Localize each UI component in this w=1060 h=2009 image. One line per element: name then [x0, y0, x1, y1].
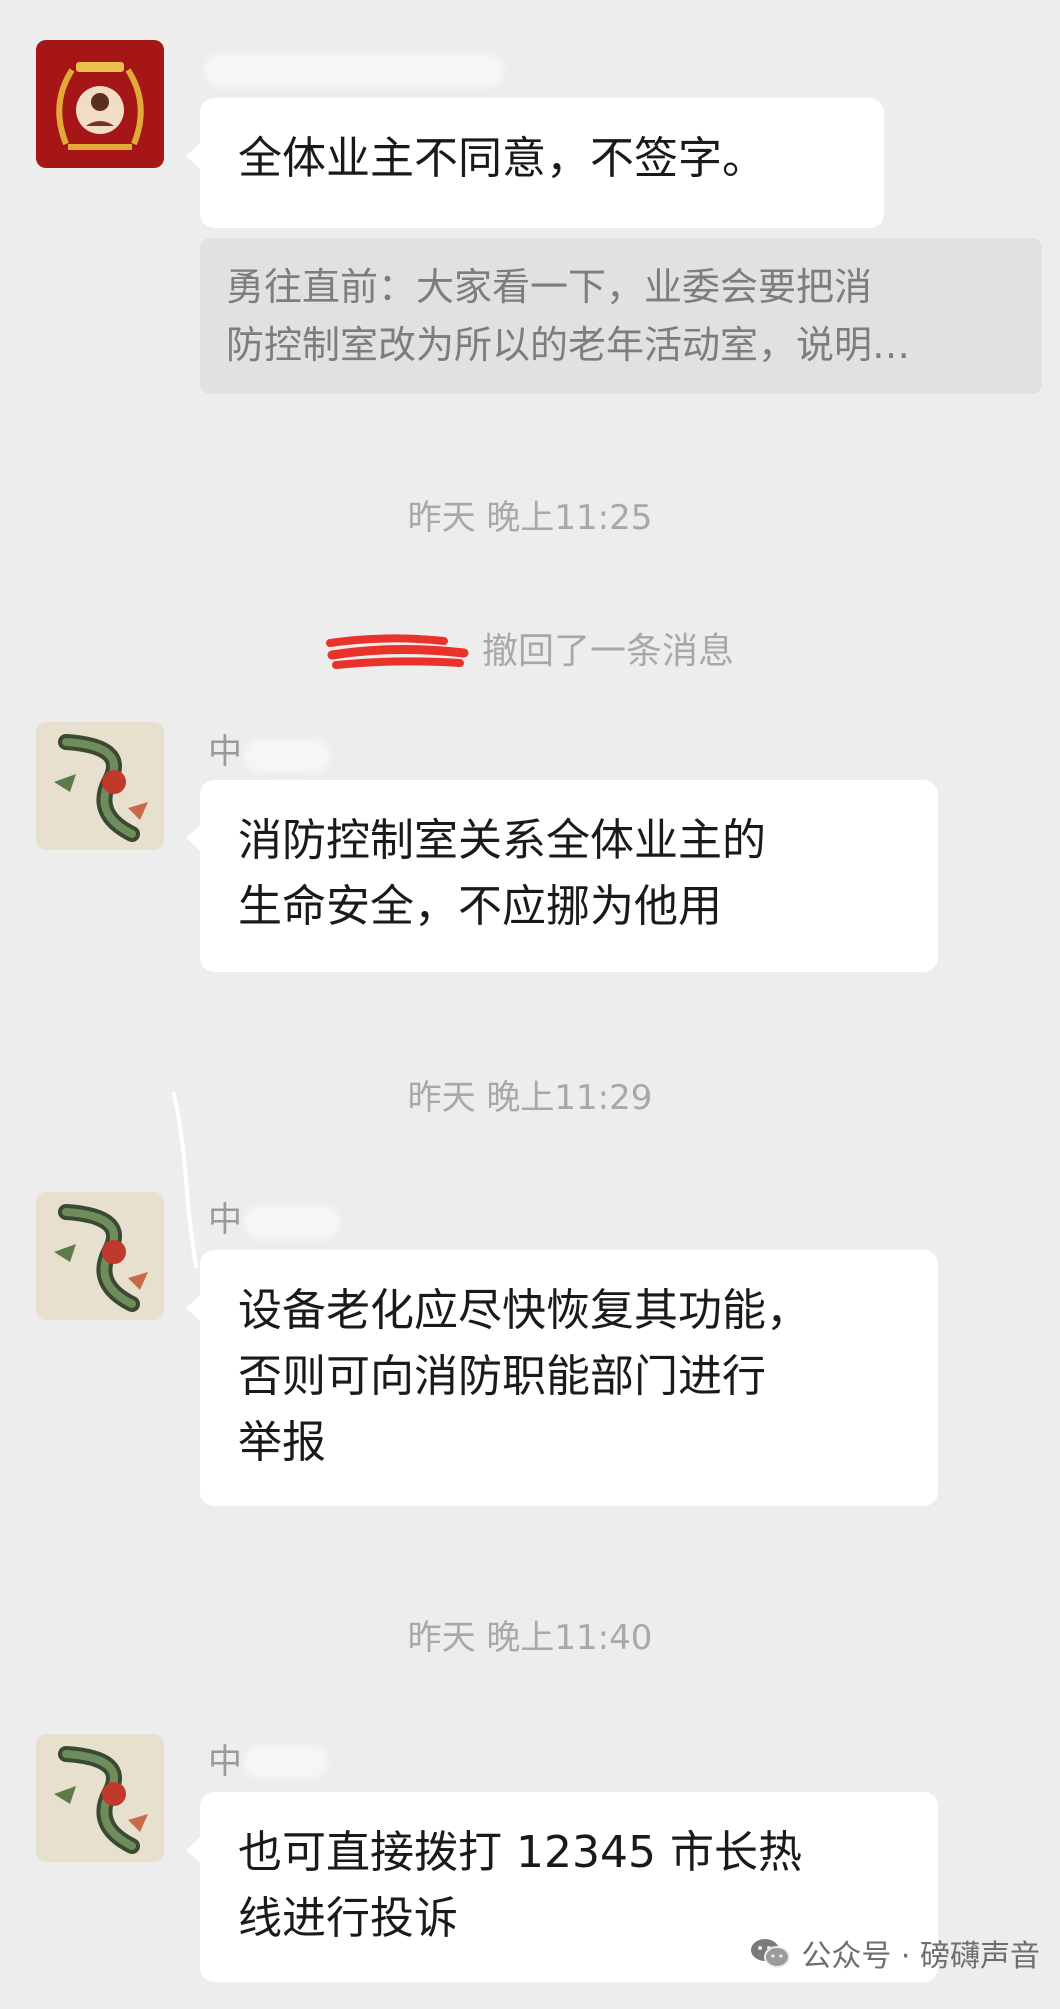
quote-text-line: 勇往直前：大家看一下，业委会要把消 — [226, 265, 873, 309]
message-bubble-3[interactable]: 设备老化应尽快恢复其功能， 否则可向消防职能部门进行 举报 — [186, 1250, 938, 1506]
recall-notice: 撤回了一条消息 — [0, 622, 1060, 674]
message-text-line: 举报 — [238, 1417, 326, 1468]
avatar-image-dragon — [36, 722, 164, 850]
message-text-line: 全体业主不同意，不签字。 — [238, 133, 766, 184]
wechat-icon — [751, 1939, 791, 1968]
sender-name-text: 中 — [208, 1742, 242, 1782]
quote-text-line: 防控制室改为所以的老年活动室，说明… — [226, 323, 911, 367]
chat-message-list[interactable]: 全体业主不同意，不签字。 勇往直前：大家看一下，业委会要把消 防控制室改为所以的… — [0, 0, 1060, 2009]
message-text-line: 也可直接拨打 12345 市长热 — [238, 1827, 802, 1878]
sender-name-redacted — [244, 1746, 328, 1778]
message-text-line: 生命安全，不应挪为他用 — [238, 881, 722, 932]
recall-notice-text: 撤回了一条消息 — [481, 631, 734, 672]
timestamp: 昨天 晚上11:29 — [407, 1078, 653, 1118]
sender-name-text: 中 — [208, 732, 242, 772]
sender-name-redacted — [204, 54, 504, 88]
avatar-image-dragon — [36, 1734, 164, 1862]
avatar-sender-4[interactable] — [36, 1734, 164, 1862]
quoted-message[interactable]: 勇往直前：大家看一下，业委会要把消 防控制室改为所以的老年活动室，说明… — [200, 238, 1042, 394]
redaction-mark — [325, 633, 470, 673]
avatar-sender-2[interactable] — [36, 722, 164, 850]
message-bubble-2[interactable]: 消防控制室关系全体业主的 生命安全，不应挪为他用 — [186, 780, 938, 972]
sender-name-redacted — [244, 1206, 340, 1240]
avatar-sender-1[interactable] — [36, 40, 164, 168]
sender-name: 中 — [208, 1742, 242, 1782]
timestamp: 昨天 晚上11:25 — [407, 498, 653, 538]
sender-name-text: 中 — [208, 1200, 242, 1240]
sender-name-redacted — [244, 740, 330, 772]
watermark-text: 公众号 · 磅礴声音 — [801, 1939, 1040, 1974]
message-text-line: 否则可向消防职能部门进行 — [238, 1351, 766, 1402]
watermark: 公众号 · 磅礴声音 — [749, 1931, 1040, 1975]
hand-drawn-mark — [172, 1092, 198, 1268]
message-bubble-1[interactable]: 全体业主不同意，不签字。 — [186, 98, 884, 228]
avatar-sender-3[interactable] — [36, 1192, 164, 1320]
message-text-line: 设备老化应尽快恢复其功能， — [238, 1285, 810, 1336]
message-text-line: 消防控制室关系全体业主的 — [238, 815, 766, 866]
sender-name: 中 — [208, 732, 242, 772]
timestamp: 昨天 晚上11:40 — [407, 1618, 653, 1658]
sender-name: 中 — [208, 1200, 242, 1240]
avatar-image-dragon — [36, 1192, 164, 1320]
avatar-image-red-emblem — [36, 40, 164, 168]
